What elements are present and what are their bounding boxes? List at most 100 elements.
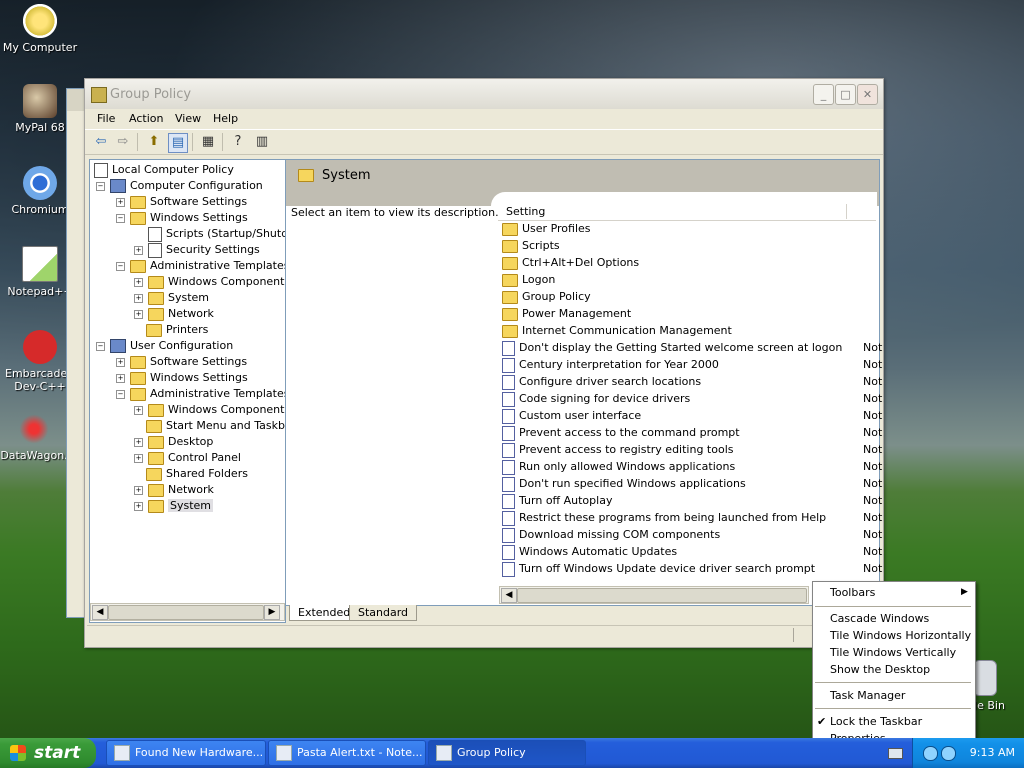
menu-item-task-manager[interactable]: Task Manager — [830, 687, 905, 704]
tray-icon[interactable] — [941, 746, 956, 761]
expand-icon[interactable]: + — [116, 373, 125, 383]
list-item[interactable]: Internet Communication Management — [502, 322, 732, 339]
tree-item[interactable]: + Software Settings — [116, 194, 247, 210]
policy-row[interactable]: Download missing COM components — [502, 526, 720, 543]
scroll-right-arrow-icon[interactable]: ▶ — [264, 605, 280, 620]
policy-row[interactable]: Code signing for device drivers — [502, 390, 690, 407]
expand-icon[interactable]: + — [134, 245, 143, 255]
taskbar-button-group-policy[interactable]: Group Policy — [428, 740, 586, 766]
tree-item[interactable]: + Desktop — [134, 434, 213, 450]
tree-item[interactable]: + Windows Settings — [116, 370, 248, 386]
column-header-setting[interactable]: Setting — [498, 203, 876, 221]
list-item[interactable]: Power Management — [502, 305, 631, 322]
title-bar[interactable]: Group Policy _ □ ✕ — [85, 79, 883, 109]
tree-item[interactable]: Shared Folders — [146, 466, 248, 482]
up-folder-icon[interactable]: ⬆ — [145, 133, 163, 151]
clock[interactable]: 9:13 AM — [970, 746, 1015, 759]
tree-item[interactable]: Scripts (Startup/Shutdown) — [148, 226, 285, 242]
policy-row[interactable]: Century interpretation for Year 2000 — [502, 356, 719, 373]
policy-row[interactable]: Don't run specified Windows applications — [502, 475, 746, 492]
desktop-icon-my-computer[interactable]: My Computer — [0, 4, 80, 54]
back-arrow-icon[interactable]: ⇦ — [92, 133, 110, 151]
tree-item[interactable]: − Administrative Templates — [116, 386, 285, 402]
policy-row[interactable]: Custom user interface — [502, 407, 641, 424]
expand-icon[interactable]: + — [134, 277, 143, 287]
tree-item[interactable]: Start Menu and Taskbar — [146, 418, 285, 434]
list-item[interactable]: Ctrl+Alt+Del Options — [502, 254, 639, 271]
expand-icon[interactable]: + — [134, 405, 143, 415]
tree-item[interactable]: Printers — [146, 322, 208, 338]
start-button[interactable]: start — [0, 738, 96, 768]
tree-item[interactable]: Local Computer Policy — [94, 162, 234, 178]
tree-horizontal-scrollbar[interactable]: ◀ ▶ — [90, 603, 285, 621]
help-icon[interactable]: ? — [229, 133, 247, 151]
list-horizontal-scrollbar[interactable]: ◀ — [499, 586, 809, 604]
close-button[interactable]: ✕ — [857, 84, 878, 105]
expand-icon[interactable]: + — [116, 357, 125, 367]
tree-item-selected[interactable]: + System — [134, 498, 214, 514]
policy-row[interactable]: Prevent access to registry editing tools — [502, 441, 734, 458]
tree-item[interactable]: + Windows Components — [134, 274, 285, 290]
policy-row[interactable]: Windows Automatic Updates — [502, 543, 677, 560]
policy-row[interactable]: Don't display the Getting Started welcom… — [502, 339, 842, 356]
tree-item[interactable]: − Computer Configuration — [96, 178, 263, 194]
expand-icon[interactable]: + — [116, 197, 125, 207]
tree-item[interactable]: + Control Panel — [134, 450, 241, 466]
tree-item[interactable]: + System — [134, 290, 209, 306]
expand-icon[interactable]: + — [134, 453, 143, 463]
expand-icon[interactable]: + — [134, 485, 143, 495]
collapse-icon[interactable]: − — [116, 389, 125, 399]
menu-item-tile-vertically[interactable]: Tile Windows Vertically — [830, 644, 956, 661]
list-item[interactable]: Logon — [502, 271, 555, 288]
show-hide-tree-icon[interactable]: ▤ — [168, 133, 188, 153]
menu-view[interactable]: View — [175, 112, 201, 125]
tray-icon[interactable] — [923, 746, 938, 761]
policy-row[interactable]: Run only allowed Windows applications — [502, 458, 735, 475]
minimize-button[interactable]: _ — [813, 84, 834, 105]
expand-icon[interactable]: + — [134, 293, 143, 303]
expand-icon[interactable]: + — [134, 309, 143, 319]
tree-item[interactable]: + Software Settings — [116, 354, 247, 370]
menu-file[interactable]: File — [97, 112, 115, 125]
scroll-thumb[interactable] — [517, 588, 807, 603]
menu-item-show-desktop[interactable]: Show the Desktop — [830, 661, 930, 678]
collapse-icon[interactable]: − — [116, 261, 125, 271]
menu-help[interactable]: Help — [213, 112, 238, 125]
taskbar-button-notepad[interactable]: Pasta Alert.txt - Note... — [268, 740, 426, 766]
forward-arrow-icon[interactable]: ⇨ — [114, 133, 132, 151]
export-list-icon[interactable]: ▦ — [199, 133, 217, 151]
scroll-thumb[interactable] — [108, 605, 264, 620]
policy-row[interactable]: Turn off Windows Update device driver se… — [502, 560, 815, 577]
show-hide-action-pane-icon[interactable]: ▥ — [253, 133, 271, 151]
list-item[interactable]: Group Policy — [502, 288, 591, 305]
tab-standard[interactable]: Standard — [349, 605, 418, 621]
policy-row[interactable]: Restrict these programs from being launc… — [502, 509, 826, 526]
maximize-button[interactable]: □ — [835, 84, 856, 105]
expand-icon[interactable]: + — [134, 437, 143, 447]
menu-item-tile-horizontally[interactable]: Tile Windows Horizontally — [830, 627, 971, 644]
taskbar-button-found-new-hardware[interactable]: Found New Hardware... — [106, 740, 266, 766]
list-item[interactable]: Scripts — [502, 237, 560, 254]
scroll-left-arrow-icon[interactable]: ◀ — [92, 605, 108, 620]
menu-item-cascade-windows[interactable]: Cascade Windows — [830, 610, 929, 627]
menu-action[interactable]: Action — [129, 112, 163, 125]
policy-row[interactable]: Configure driver search locations — [502, 373, 701, 390]
menu-item-lock-taskbar[interactable]: Lock the Taskbar — [830, 713, 922, 730]
collapse-icon[interactable]: − — [96, 181, 105, 191]
list-item[interactable]: User Profiles — [502, 220, 591, 237]
tree-item[interactable]: + Security Settings — [134, 242, 260, 258]
scroll-left-arrow-icon[interactable]: ◀ — [501, 588, 517, 603]
keyboard-icon[interactable] — [888, 748, 903, 759]
tree-item[interactable]: + Network — [134, 482, 214, 498]
policy-row[interactable]: Prevent access to the command prompt — [502, 424, 740, 441]
tree-item[interactable]: + Network — [134, 306, 214, 322]
tree-item[interactable]: − Windows Settings — [116, 210, 248, 226]
tree-item[interactable]: − User Configuration — [96, 338, 233, 354]
menu-item-toolbars[interactable]: Toolbars — [830, 584, 875, 601]
collapse-icon[interactable]: − — [116, 213, 125, 223]
desktop-icon-datawagon[interactable]: DataWagon. — [0, 412, 74, 462]
collapse-icon[interactable]: − — [96, 341, 105, 351]
tree-item[interactable]: − Administrative Templates — [116, 258, 285, 274]
tree-item[interactable]: + Windows Components — [134, 402, 285, 418]
policy-row[interactable]: Turn off Autoplay — [502, 492, 612, 509]
